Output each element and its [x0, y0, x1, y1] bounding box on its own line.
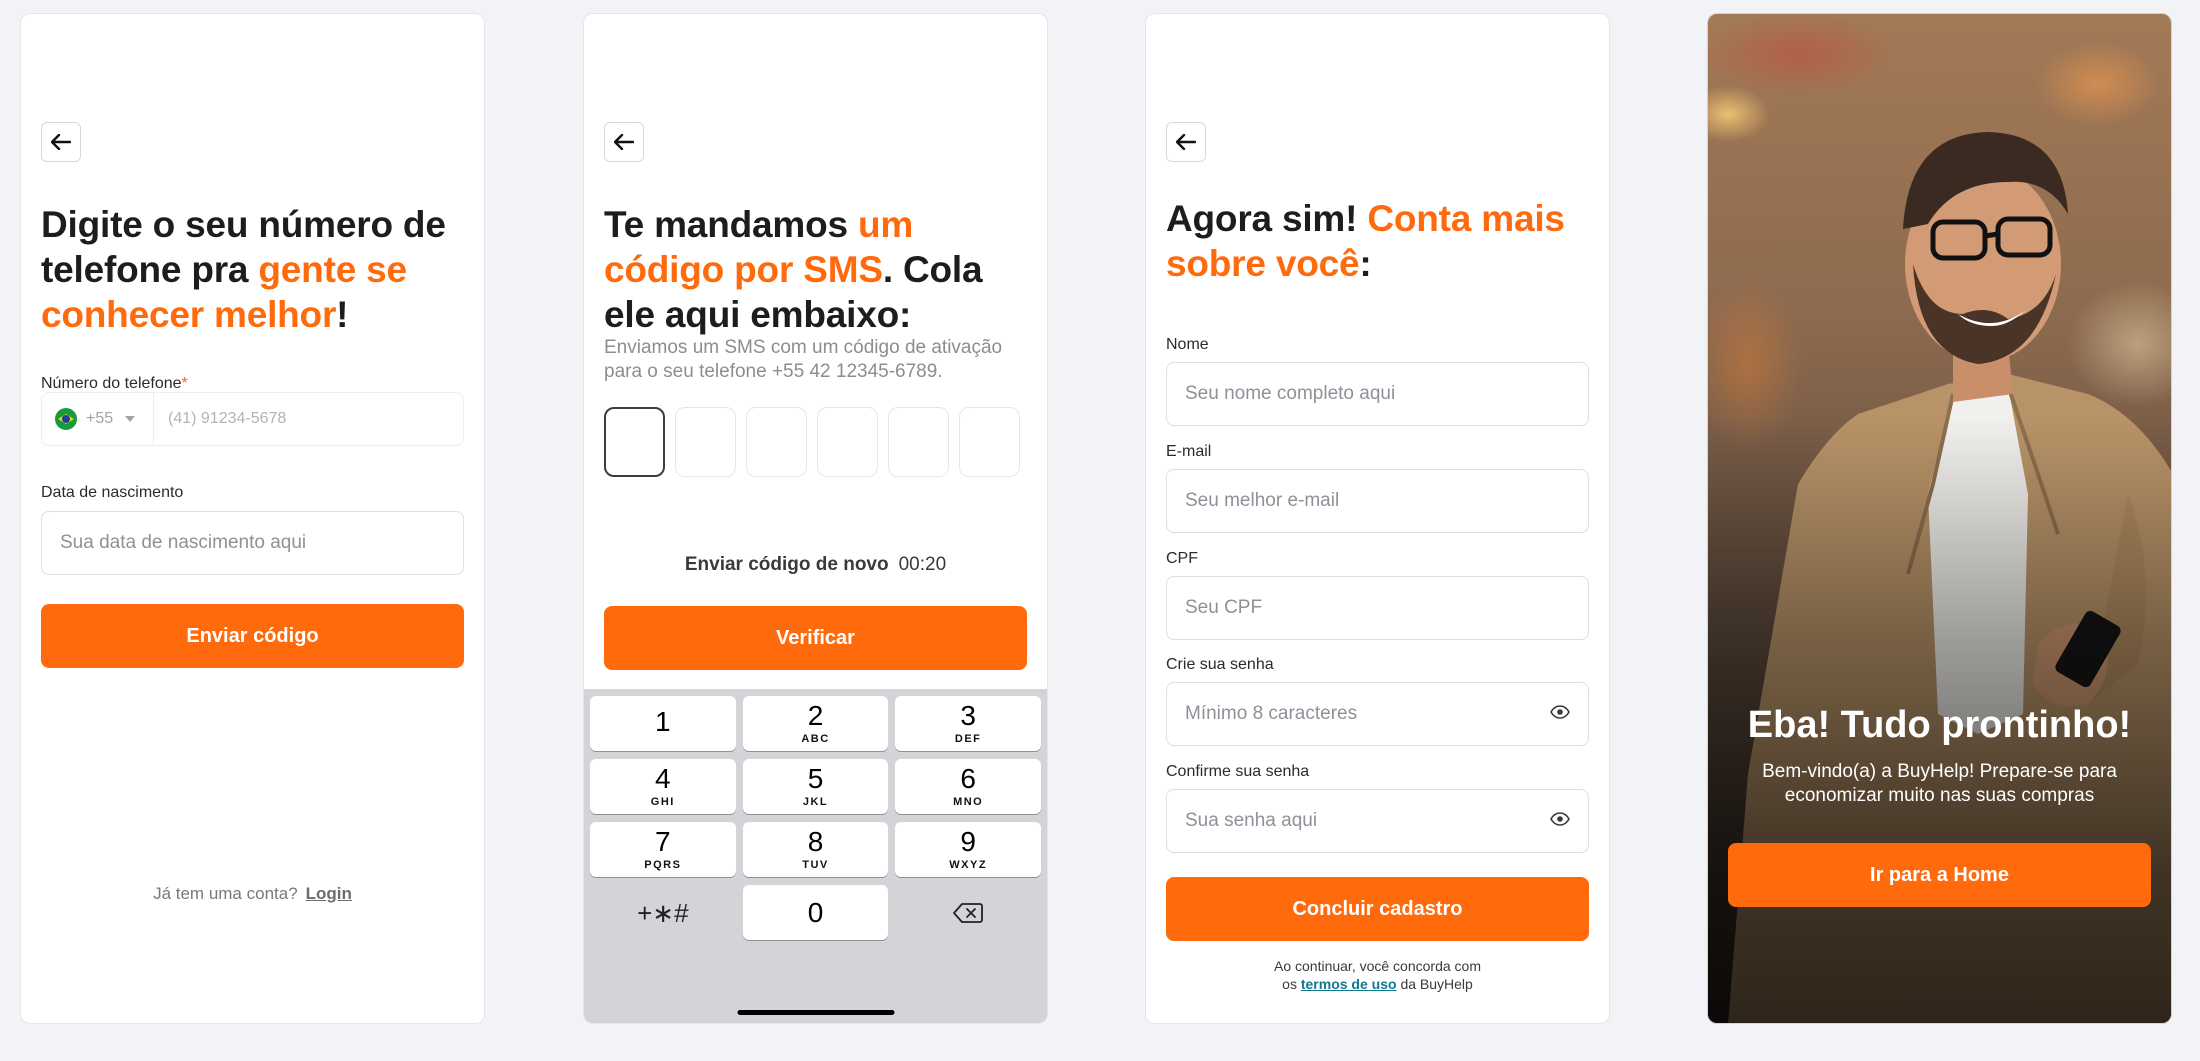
otp-digit-3[interactable]	[746, 407, 807, 477]
password-field	[1166, 682, 1589, 746]
page-title: Digite o seu número de telefone pra gent…	[41, 204, 446, 335]
numeric-keypad: 1 2 ABC 3 DEF 4 GHI 5 JKL 6 MNO 7 PQRS 8 TUV 9W…	[584, 689, 1047, 1023]
cpf-input[interactable]	[1185, 597, 1570, 619]
birth-date-label: Data de nascimento	[41, 484, 184, 501]
back-button[interactable]	[41, 122, 81, 162]
login-link[interactable]: Login	[306, 884, 352, 903]
otp-digit-1[interactable]	[604, 407, 665, 477]
send-code-button[interactable]: Enviar código	[41, 604, 464, 668]
otp-digit-2[interactable]	[675, 407, 736, 477]
page-title: Agora sim! Conta mais sobre você:	[1166, 198, 1565, 284]
key-8[interactable]: 8 TUV	[742, 822, 889, 877]
sms-description: Enviamos um SMS com um código de ativaçã…	[604, 337, 1003, 382]
have-account-text: Já tem uma conta?	[153, 884, 298, 903]
resend-timer: 00:20	[898, 554, 947, 575]
cpf-field	[1166, 576, 1589, 640]
terms-line-2: os termos de uso da BuyHelp	[1282, 976, 1473, 992]
password-label: Crie sua senha	[1166, 656, 1274, 673]
country-code: +55	[86, 410, 114, 427]
email-label: E-mail	[1166, 443, 1212, 460]
arrow-left-icon	[1176, 134, 1196, 150]
phone-label: Número do telefone*	[41, 375, 188, 392]
terms-line-1: Ao continuar, você concorda com	[1273, 958, 1481, 974]
key-0[interactable]: 0	[742, 885, 889, 940]
login-prompt: Já tem uma conta? Login	[21, 884, 484, 904]
brazil-flag-icon	[55, 408, 77, 430]
phone-step-screen: Digite o seu número de telefone pra gent…	[20, 13, 485, 1024]
birth-date-field	[41, 511, 464, 575]
key-1[interactable]: 1	[590, 696, 736, 751]
complete-signup-button[interactable]: Concluir cadastro	[1166, 877, 1589, 941]
key-4[interactable]: 4 GHI	[590, 759, 736, 814]
resend-row: Enviar código de novo 00:20	[584, 554, 1047, 576]
resend-code-link[interactable]: Enviar código de novo	[685, 554, 889, 575]
name-label: Nome	[1166, 336, 1209, 353]
page-title: Te mandamos um código por SMS. Cola ele …	[604, 204, 983, 335]
verify-button[interactable]: Verificar	[604, 606, 1027, 670]
country-code-select[interactable]: +55	[42, 393, 154, 445]
go-home-button[interactable]: Ir para a Home	[1728, 843, 2151, 907]
required-mark: *	[181, 375, 188, 392]
key-backspace[interactable]	[895, 885, 1041, 940]
otp-digit-5[interactable]	[888, 407, 949, 477]
chevron-down-icon	[125, 416, 136, 422]
key-5[interactable]: 5 JKL	[742, 759, 889, 814]
confirm-password-input[interactable]	[1185, 810, 1570, 832]
terms-of-use-link[interactable]: termos de uso	[1301, 976, 1397, 992]
arrow-left-icon	[614, 134, 634, 150]
eye-icon[interactable]	[1550, 810, 1570, 832]
otp-digit-4[interactable]	[817, 407, 878, 477]
confirm-password-field	[1166, 789, 1589, 853]
success-subtitle: Bem-vindo(a) a BuyHelp! Prepare-se para …	[1762, 761, 2117, 806]
phone-field: +55	[41, 392, 464, 446]
name-input[interactable]	[1185, 383, 1570, 405]
key-2[interactable]: 2 ABC	[742, 696, 889, 751]
back-button[interactable]	[1166, 122, 1206, 162]
key-symbols[interactable]: +∗#	[590, 885, 736, 940]
password-input[interactable]	[1185, 703, 1570, 725]
terms-notice: Ao continuar, você concorda com os termo…	[1146, 957, 1609, 993]
otp-input-group	[604, 407, 1020, 477]
key-6[interactable]: 6 MNO	[895, 759, 1041, 814]
success-title: Eba! Tudo prontinho!	[1747, 704, 2132, 746]
signup-form-screen: Agora sim! Conta mais sobre você: Nome E…	[1145, 13, 1610, 1024]
success-screen: Eba! Tudo prontinho! Bem-vindo(a) a BuyH…	[1707, 13, 2172, 1024]
eye-icon[interactable]	[1550, 703, 1570, 725]
cpf-label: CPF	[1166, 550, 1198, 567]
arrow-left-icon	[51, 134, 71, 150]
name-field	[1166, 362, 1589, 426]
otp-digit-6[interactable]	[959, 407, 1020, 477]
phone-input[interactable]	[168, 410, 449, 428]
key-9[interactable]: 9 WXYZ	[895, 822, 1041, 877]
email-field	[1166, 469, 1589, 533]
key-7[interactable]: 7 PQRS	[590, 822, 736, 877]
backspace-icon	[953, 902, 984, 923]
sms-code-screen: Te mandamos um código por SMS. Cola ele …	[583, 13, 1048, 1024]
key-3[interactable]: 3 DEF	[895, 696, 1041, 751]
birth-date-input[interactable]	[60, 532, 445, 554]
back-button[interactable]	[604, 122, 644, 162]
confirm-password-label: Confirme sua senha	[1166, 763, 1310, 780]
home-indicator	[737, 1010, 894, 1015]
email-input[interactable]	[1185, 490, 1570, 512]
